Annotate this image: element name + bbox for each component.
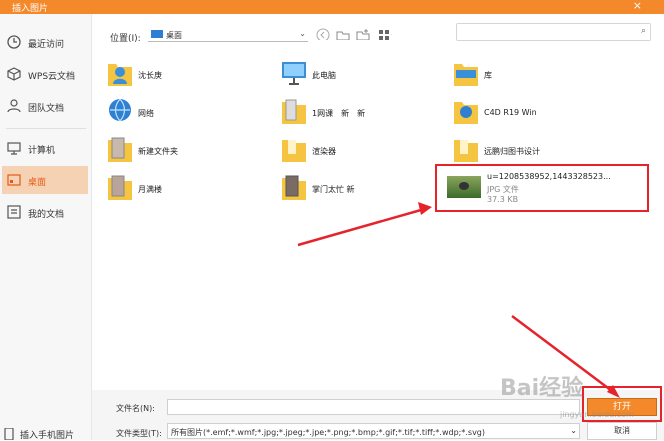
search-icon: ⌕ bbox=[640, 26, 646, 36]
location-label: 位置(I): bbox=[110, 34, 141, 44]
file-item[interactable]: 掌门太忙 新 bbox=[280, 172, 440, 208]
filetype-label: 文件类型(T): bbox=[116, 429, 162, 438]
network-icon bbox=[109, 98, 131, 122]
selected-file-type: JPG 文件 bbox=[487, 185, 519, 194]
image-folder-icon bbox=[108, 175, 132, 200]
cancel-button[interactable]: 取消 bbox=[587, 422, 657, 440]
selected-file-name: u=1208538952,1443328523... bbox=[487, 172, 611, 181]
file-item[interactable]: 1网课 新 新 bbox=[280, 96, 440, 132]
pc-icon bbox=[282, 62, 306, 85]
search-input[interactable]: ⌕ bbox=[456, 23, 651, 41]
desktop-icon bbox=[7, 174, 21, 186]
file-name: 新建文件夹 bbox=[138, 147, 178, 156]
sidebar-item-label: 我的文档 bbox=[28, 210, 65, 220]
chevron-down-icon: ⌄ bbox=[299, 29, 306, 38]
filetype-select[interactable]: 所有图片(*.emf;*.wmf;*.jpg;*.jpeg;*.jpe;*.pn… bbox=[167, 423, 580, 439]
folder-icon bbox=[454, 102, 478, 124]
selected-file-item[interactable]: u=1208538952,1443328523... JPG 文件 37.3 K… bbox=[435, 164, 649, 212]
file-item[interactable]: 网络 bbox=[106, 96, 266, 132]
file-item[interactable]: 新建文件夹 bbox=[106, 134, 266, 170]
sidebar-item-computer[interactable]: 计算机 bbox=[2, 134, 88, 162]
clock-icon bbox=[7, 35, 21, 49]
up-folder-icon[interactable] bbox=[336, 28, 350, 40]
sidebar-item-recent[interactable]: 最近访问 bbox=[2, 28, 88, 56]
sidebar-item-label: 最近访问 bbox=[28, 40, 65, 50]
sidebar-divider bbox=[6, 128, 86, 129]
sidebar-item-label: WPS云文档 bbox=[28, 72, 76, 82]
file-name: 掌门太忙 新 bbox=[312, 185, 355, 194]
selected-file-size: 37.3 KB bbox=[487, 195, 519, 204]
file-name: 1网课 新 新 bbox=[312, 109, 366, 118]
close-icon[interactable]: × bbox=[633, 0, 642, 12]
file-name: 库 bbox=[484, 71, 492, 80]
file-name: 此电脑 bbox=[312, 71, 336, 80]
file-name: 网络 bbox=[138, 109, 154, 118]
sidebar: 最近访问 WPS云文档 团队文档 计算机 桌面 我的文档 bbox=[0, 14, 92, 440]
chevron-down-icon: ⌄ bbox=[570, 426, 577, 435]
filename-label: 文件名(N): bbox=[116, 404, 155, 413]
location-dropdown[interactable]: 桌面 ⌄ bbox=[148, 26, 308, 42]
sidebar-item-my-documents[interactable]: 我的文档 bbox=[2, 198, 88, 226]
file-name: C4D R19 Win bbox=[484, 108, 537, 117]
file-name: 月满楼 bbox=[138, 185, 162, 194]
image-folder-icon bbox=[108, 137, 132, 162]
sidebar-item-label: 桌面 bbox=[28, 178, 47, 188]
sidebar-item-label: 团队文档 bbox=[28, 104, 65, 114]
file-item[interactable]: 月满楼 bbox=[106, 172, 266, 208]
new-folder-icon[interactable] bbox=[356, 28, 370, 40]
cloud-icon bbox=[7, 67, 21, 81]
computer-icon bbox=[7, 142, 21, 155]
filetype-value: 所有图片(*.emf;*.wmf;*.jpg;*.jpeg;*.jpe;*.pn… bbox=[171, 428, 486, 437]
file-item[interactable]: 渲染器 bbox=[280, 134, 440, 170]
folder-icon bbox=[282, 140, 306, 162]
file-name: 渲染器 bbox=[312, 147, 336, 156]
file-name: 远鹏归图书设计 bbox=[484, 147, 540, 156]
image-thumbnail bbox=[447, 176, 481, 198]
user-folder-icon bbox=[108, 64, 132, 86]
location-value: 桌面 bbox=[166, 31, 182, 40]
arrow-to-file bbox=[297, 206, 429, 247]
watermark: Bai经验 bbox=[500, 376, 584, 401]
team-icon bbox=[7, 99, 21, 113]
phone-icon bbox=[4, 428, 14, 440]
file-item[interactable]: 沈长庚 bbox=[106, 58, 266, 94]
sidebar-item-wps-cloud[interactable]: WPS云文档 bbox=[2, 60, 88, 88]
image-folder-icon bbox=[282, 99, 306, 124]
library-folder-icon bbox=[454, 64, 478, 86]
file-item[interactable]: 此电脑 bbox=[280, 58, 440, 94]
view-menu-icon[interactable] bbox=[378, 28, 392, 40]
folder-icon bbox=[454, 140, 478, 162]
file-item[interactable]: 库 bbox=[452, 58, 612, 94]
file-item[interactable]: C4D R19 Win bbox=[452, 96, 612, 132]
file-name: 沈长庚 bbox=[138, 71, 162, 80]
watermark-url: jingyan.baidu.com bbox=[560, 410, 634, 419]
title-bar: 插入图片 × bbox=[0, 0, 664, 14]
image-folder-icon bbox=[282, 175, 306, 200]
window-title: 插入图片 bbox=[12, 4, 49, 14]
back-icon[interactable] bbox=[316, 28, 330, 40]
desktop-small-icon bbox=[151, 30, 163, 38]
sidebar-item-team[interactable]: 团队文档 bbox=[2, 92, 88, 120]
documents-icon bbox=[7, 205, 21, 219]
insert-phone-label: 插入手机图片 bbox=[20, 431, 75, 441]
sidebar-item-label: 计算机 bbox=[28, 146, 56, 156]
sidebar-item-desktop[interactable]: 桌面 bbox=[2, 166, 88, 194]
